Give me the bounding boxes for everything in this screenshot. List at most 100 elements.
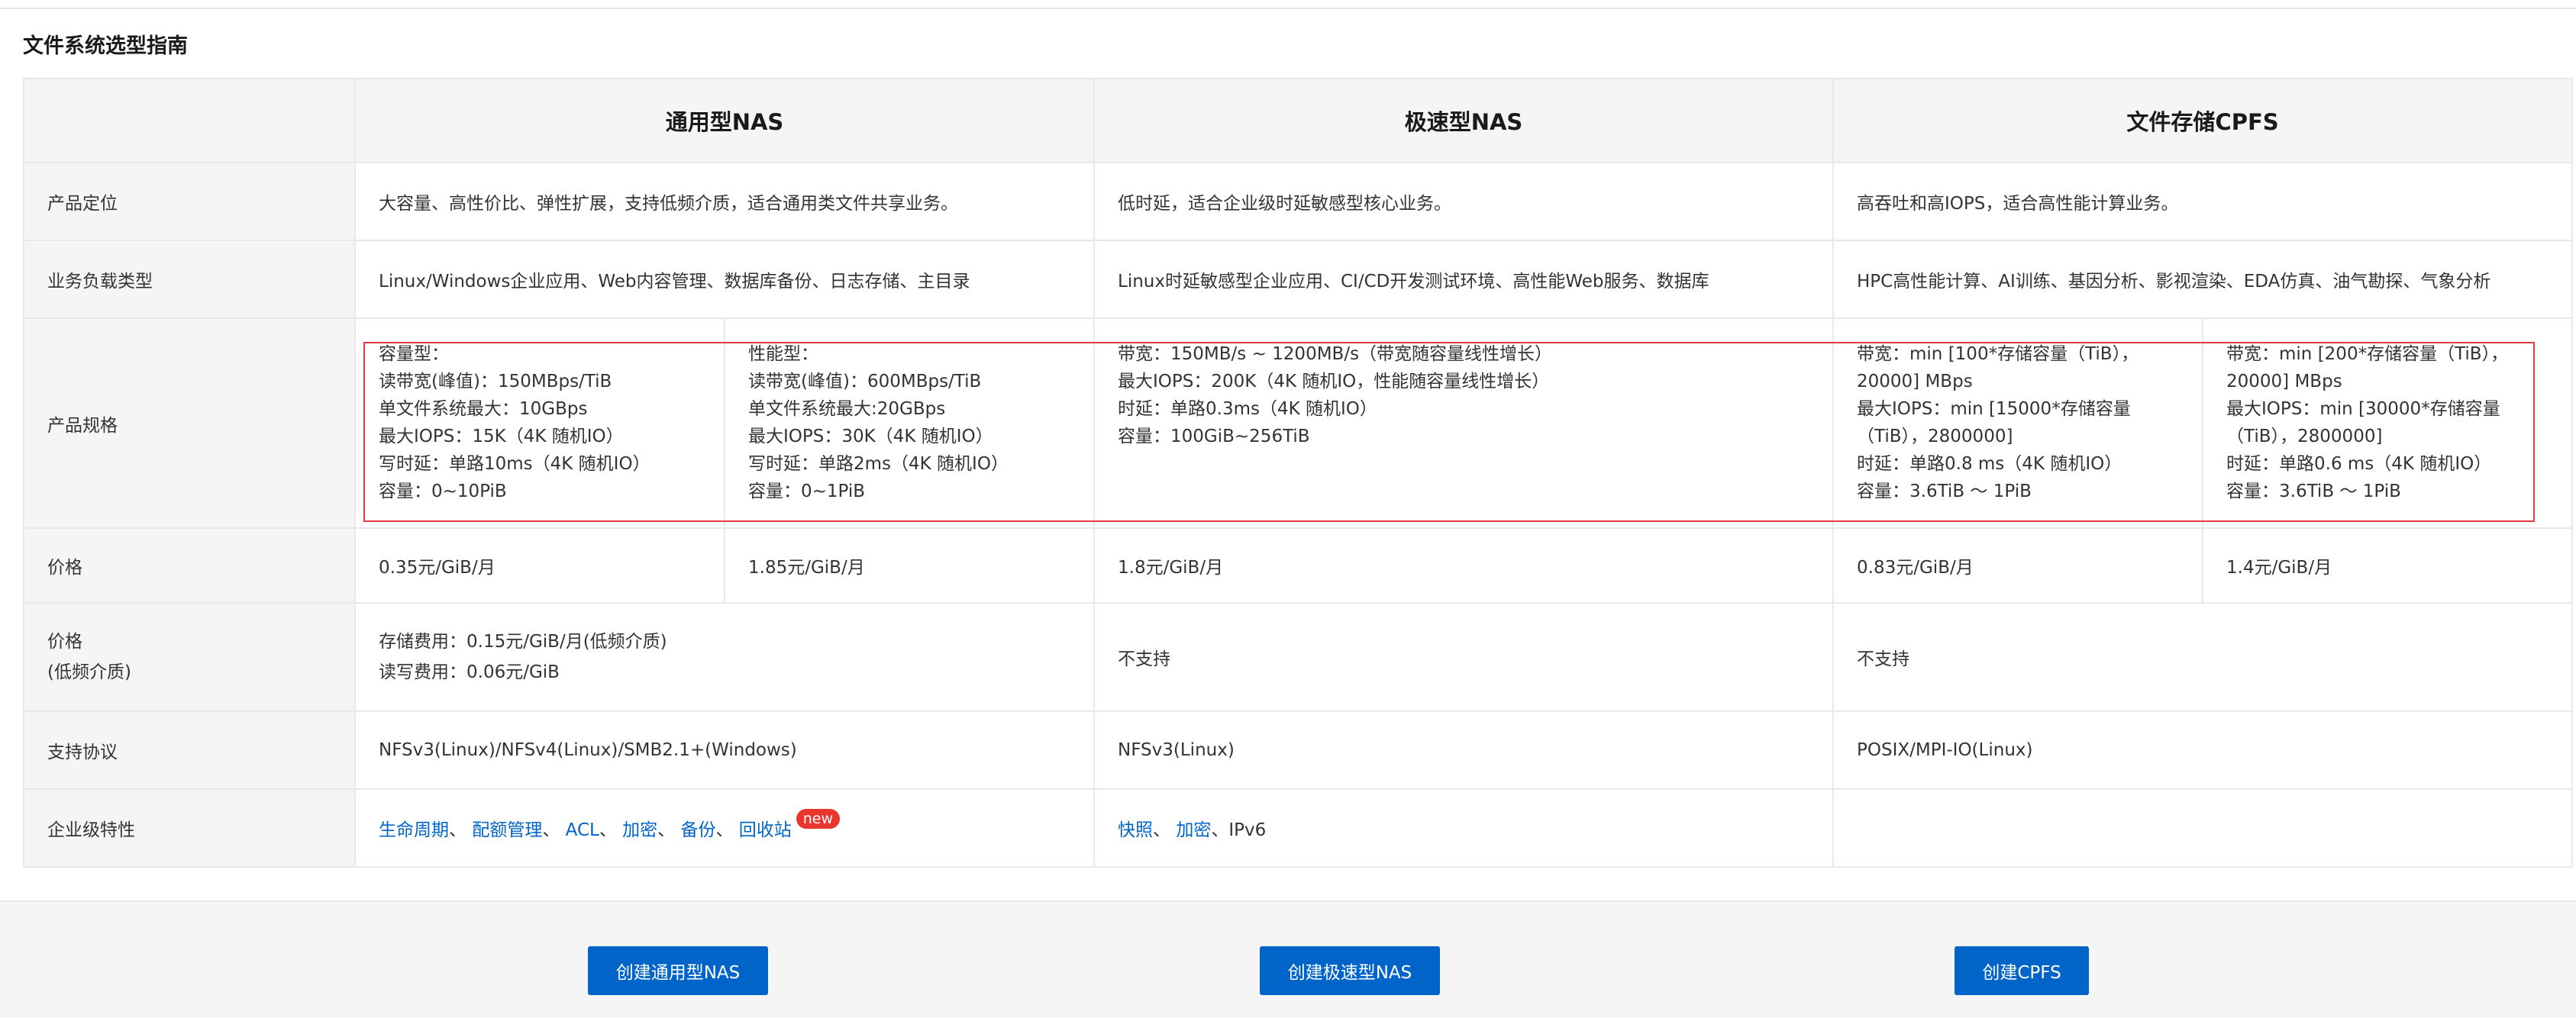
row-label-spec: 产品规格	[23, 317, 356, 529]
feature-ipv6: IPv6	[1228, 820, 1267, 840]
spec-line: 时延：单路0.6 ms（4K 随机IO）	[2226, 454, 2492, 474]
spec-line: 容量：100GiB~256TiB	[1118, 427, 1310, 446]
spec-line: 带宽：min [200*存储容量（TiB），	[2226, 344, 2509, 364]
separator: 、	[1153, 820, 1171, 840]
cell-general-protocol: NFSv3(Linux)/NFSv4(Linux)/SMB2.1+(Window…	[353, 710, 1096, 790]
spec-line: 最大IOPS：15K（4K 随机IO）	[379, 427, 624, 446]
spec-line: 容量：0~1PiB	[748, 482, 866, 501]
label-line: 价格	[47, 632, 82, 652]
table-row-positioning: 产品定位 大容量、高性价比、弹性扩展，支持低频介质，适合通用类文件共享业务。 低…	[23, 162, 2574, 241]
table-header-row: 通用型NAS 极速型NAS 文件存储CPFS	[23, 78, 2574, 163]
table-row-price-cold: 价格 (低频介质) 存储费用：0.15元/GiB/月(低频介质) 读写费用：0.…	[23, 602, 2574, 712]
page-title: 文件系统选型指南	[23, 34, 188, 58]
separator: 、	[715, 820, 734, 840]
cell-price-cpfs-a: 0.83元/GiB/月	[1832, 527, 2204, 604]
spec-line: 性能型：	[748, 344, 818, 364]
header-extreme-nas: 极速型NAS	[1093, 78, 1835, 163]
cell-extreme-protocol: NFSv3(Linux)	[1093, 710, 1835, 790]
footer-bar: 创建通用型NAS 创建极速型NAS 创建CPFS	[0, 900, 2576, 1018]
link-lifecycle[interactable]: 生命周期	[379, 820, 449, 840]
cell-general-features: 生命周期、 配额管理、 ACL、 加密、 备份、 回收站new	[353, 788, 1096, 868]
spec-line: 最大IOPS：min [30000*存储容量	[2226, 399, 2500, 419]
spec-line: 容量：0~10PiB	[379, 482, 507, 501]
spec-line: 读带宽(峰值)：600MBps/TiB	[748, 372, 982, 391]
label-line: (低频介质)	[47, 662, 131, 682]
cell-spec-cpfs-b: 带宽：min [200*存储容量（TiB）， 20000] MBps 最大IOP…	[2202, 317, 2574, 529]
cell-extreme-workload: Linux时延敏感型企业应用、CI/CD开发测试环境、高性能Web服务、数据库	[1093, 240, 1835, 319]
cell-cpfs-features	[1832, 788, 2574, 868]
link-quota[interactable]: 配额管理	[472, 820, 542, 840]
header-general-nas: 通用型NAS	[353, 78, 1096, 163]
spec-line: 时延：单路0.8 ms（4K 随机IO）	[1857, 454, 2122, 474]
cell-spec-performance-type: 性能型： 读带宽(峰值)：600MBps/TiB 单文件系统最大:20GBps …	[723, 317, 1096, 529]
separator: 、	[599, 820, 617, 840]
header-cpfs: 文件存储CPFS	[1832, 78, 2574, 163]
cell-price-performance: 1.85元/GiB/月	[723, 527, 1096, 604]
row-label-protocol: 支持协议	[23, 710, 356, 790]
spec-line: 最大IOPS：min [15000*存储容量	[1857, 399, 2131, 419]
link-backup[interactable]: 备份	[680, 820, 715, 840]
cell-spec-capacity-type: 容量型： 读带宽(峰值)：150MBps/TiB 单文件系统最大：10GBps …	[354, 317, 725, 529]
spec-line: 带宽：150MB/s ~ 1200MB/s（带宽随容量线性增长）	[1118, 344, 1553, 364]
row-label-features: 企业级特性	[23, 788, 356, 868]
spec-line: 读带宽(峰值)：150MBps/TiB	[379, 372, 612, 391]
top-divider	[0, 8, 2576, 9]
row-label-workload: 业务负载类型	[23, 240, 356, 319]
create-extreme-nas-button[interactable]: 创建极速型NAS	[1260, 946, 1440, 995]
table-row-workload: 业务负载类型 Linux/Windows企业应用、Web内容管理、数据库备份、日…	[23, 240, 2574, 319]
separator: 、	[1211, 820, 1229, 840]
header-empty-cell	[23, 78, 356, 163]
table-row-protocol: 支持协议 NFSv3(Linux)/NFSv4(Linux)/SMB2.1+(W…	[23, 710, 2574, 790]
separator: 、	[542, 820, 560, 840]
spec-line: 20000] MBps	[1857, 372, 1973, 391]
spec-line: 单文件系统最大:20GBps	[748, 399, 946, 419]
cell-extreme-features: 快照、 加密、IPv6	[1093, 788, 1835, 868]
spec-line: 带宽：min [100*存储容量（TiB），	[1857, 344, 2139, 364]
table-row-features: 企业级特性 生命周期、 配额管理、 ACL、 加密、 备份、 回收站new 快照…	[23, 788, 2574, 868]
cell-general-workload: Linux/Windows企业应用、Web内容管理、数据库备份、日志存储、主目录	[353, 240, 1096, 319]
link-acl[interactable]: ACL	[566, 820, 599, 840]
spec-line: 写时延：单路2ms（4K 随机IO）	[748, 454, 1009, 474]
cell-price-extreme: 1.8元/GiB/月	[1093, 527, 1835, 604]
cell-general-price-cold: 存储费用：0.15元/GiB/月(低频介质) 读写费用：0.06元/GiB	[353, 602, 1096, 712]
price-line: 读写费用：0.06元/GiB	[379, 662, 560, 682]
spec-line: （TiB），2800000]	[1857, 427, 2013, 446]
cell-spec-cpfs-a: 带宽：min [100*存储容量（TiB）， 20000] MBps 最大IOP…	[1832, 317, 2204, 529]
spec-line: 时延：单路0.3ms（4K 随机IO）	[1118, 399, 1377, 419]
row-label-price-cold: 价格 (低频介质)	[23, 602, 356, 712]
cell-extreme-price-cold: 不支持	[1093, 602, 1835, 712]
link-recycle-bin[interactable]: 回收站	[739, 820, 792, 840]
create-cpfs-button[interactable]: 创建CPFS	[1955, 946, 2089, 995]
row-label-positioning: 产品定位	[23, 162, 356, 241]
spec-line: （TiB），2800000]	[2226, 427, 2383, 446]
cell-cpfs-price-cold: 不支持	[1832, 602, 2574, 712]
cell-spec-extreme: 带宽：150MB/s ~ 1200MB/s（带宽随容量线性增长） 最大IOPS：…	[1093, 317, 1835, 529]
selection-guide-table: 通用型NAS 极速型NAS 文件存储CPFS 产品定位 大容量、高性价比、弹性扩…	[23, 78, 2574, 868]
spec-line: 写时延：单路10ms（4K 随机IO）	[379, 454, 650, 474]
price-line: 存储费用：0.15元/GiB/月(低频介质)	[379, 632, 667, 652]
table-row-price: 价格 0.35元/GiB/月 1.85元/GiB/月 1.8元/GiB/月 0.…	[23, 527, 2574, 604]
create-general-nas-button[interactable]: 创建通用型NAS	[588, 946, 768, 995]
link-encryption[interactable]: 加密	[622, 820, 657, 840]
cell-general-positioning: 大容量、高性价比、弹性扩展，支持低频介质，适合通用类文件共享业务。	[353, 162, 1096, 241]
cell-cpfs-workload: HPC高性能计算、AI训练、基因分析、影视渲染、EDA仿真、油气勘探、气象分析	[1832, 240, 2574, 319]
link-snapshot[interactable]: 快照	[1118, 820, 1153, 840]
spec-line: 容量：3.6TiB ～ 1PiB	[1857, 482, 2032, 501]
spec-line: 容量：3.6TiB ～ 1PiB	[2226, 482, 2401, 501]
table-row-spec: 产品规格 容量型： 读带宽(峰值)：150MBps/TiB 单文件系统最大：10…	[23, 317, 2574, 529]
spec-line: 20000] MBps	[2226, 372, 2342, 391]
cell-cpfs-protocol: POSIX/MPI-IO(Linux)	[1832, 710, 2574, 790]
cell-price-cpfs-b: 1.4元/GiB/月	[2202, 527, 2574, 604]
row-label-price: 价格	[23, 527, 356, 604]
new-badge: new	[796, 809, 841, 829]
separator: 、	[449, 820, 466, 840]
cell-extreme-positioning: 低时延，适合企业级时延敏感型核心业务。	[1093, 162, 1835, 241]
spec-line: 单文件系统最大：10GBps	[379, 399, 588, 419]
cell-price-capacity: 0.35元/GiB/月	[354, 527, 725, 604]
cell-cpfs-positioning: 高吞吐和高IOPS，适合高性能计算业务。	[1832, 162, 2574, 241]
spec-line: 最大IOPS：200K（4K 随机IO，性能随容量线性增长）	[1118, 372, 1550, 391]
separator: 、	[657, 820, 676, 840]
link-encryption-extreme[interactable]: 加密	[1176, 820, 1211, 840]
spec-line: 容量型：	[379, 344, 449, 364]
spec-line: 最大IOPS：30K（4K 随机IO）	[748, 427, 993, 446]
